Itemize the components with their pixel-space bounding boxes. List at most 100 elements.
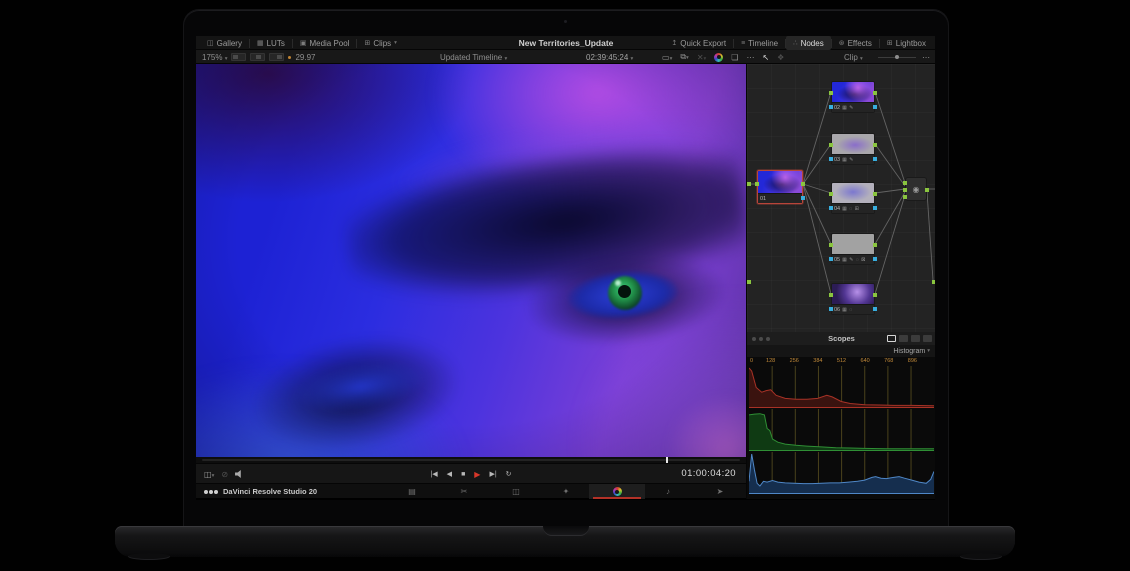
key-output-dot[interactable] (873, 257, 877, 261)
rgb-input-dot[interactable] (829, 192, 833, 196)
more-options-icon[interactable]: ⋯ (746, 53, 754, 62)
node-01[interactable]: 01 (757, 170, 803, 204)
scope-mode-dropdown[interactable]: Histogram▾ (747, 345, 935, 357)
lightbox-button[interactable]: ⊞Lightbox (880, 36, 933, 50)
gallery-button[interactable]: ◫Gallery (200, 36, 249, 50)
rgb-output-dot[interactable] (873, 293, 877, 297)
clip-mode-dropdown[interactable]: Clip ▾ (844, 53, 863, 62)
nodes-button[interactable]: ∴Nodes (786, 36, 831, 50)
media-pool-label: Media Pool (309, 39, 349, 48)
node-thumbnail (832, 234, 874, 254)
scope-layout-two-icon[interactable] (899, 335, 908, 342)
graph-output-dot[interactable] (932, 280, 935, 284)
page-color-button[interactable] (589, 484, 645, 499)
node-03[interactable]: 03▦ ✎ (831, 133, 875, 165)
clips-button[interactable]: ⊞Clips▾ (357, 36, 403, 50)
expand-viewer-icon[interactable]: ❏ (731, 53, 738, 62)
source-input-dot[interactable] (747, 280, 751, 284)
node-number: 02 (834, 103, 840, 113)
jump-to-start-button[interactable]: |◀ (430, 470, 437, 478)
rgb-output-dot[interactable] (873, 143, 877, 147)
key-output-dot[interactable] (801, 196, 805, 200)
audio-mute-icon[interactable] (235, 470, 243, 478)
page-media-button[interactable]: ▤ (399, 484, 425, 499)
rgb-input-dot[interactable] (903, 188, 907, 192)
key-input-dot[interactable] (829, 105, 833, 109)
page-cut-button[interactable]: ✂ (451, 484, 477, 499)
source-input-dot[interactable] (747, 182, 751, 186)
rgb-input-dot[interactable] (903, 181, 907, 185)
right-panel: 01 02▦ ✎ (746, 64, 935, 499)
page-fusion-button[interactable]: ✦ (553, 484, 579, 499)
key-output-dot[interactable] (873, 307, 877, 311)
source-timecode[interactable]: 02:39:45:24 ▾ (586, 53, 633, 62)
rgb-output-dot[interactable] (873, 91, 877, 95)
node-output[interactable]: ◉ (905, 177, 927, 201)
rgb-input-dot[interactable] (903, 195, 907, 199)
scopes-options-dots[interactable] (752, 337, 770, 341)
node-05[interactable]: 05▦ ✎ ◌ ⊠ (831, 233, 875, 265)
key-input-dot[interactable] (829, 206, 833, 210)
video-frame[interactable] (196, 64, 746, 457)
media-pool-button[interactable]: ▣Media Pool (293, 36, 357, 50)
chevron-down-icon: ▾ (394, 40, 397, 46)
jump-to-end-button[interactable]: ▶| (489, 470, 496, 478)
key-input-dot[interactable] (829, 157, 833, 161)
page-edit-button[interactable]: ◫ (503, 484, 529, 499)
luts-icon: ▦ (257, 39, 264, 47)
key-output-dot[interactable] (873, 206, 877, 210)
scope-layout-three-icon[interactable] (911, 335, 920, 342)
rgb-input-dot[interactable] (755, 182, 759, 186)
rgb-input-dot[interactable] (829, 293, 833, 297)
timeline-button[interactable]: ≡Timeline (734, 36, 785, 50)
play-button[interactable]: ▶ (474, 470, 480, 479)
page-deliver-button[interactable]: ➤ (707, 484, 733, 499)
rgb-input-dot[interactable] (829, 91, 833, 95)
pointer-tool-icon[interactable]: ↖ (762, 53, 769, 62)
scope-layout-four-icon[interactable] (923, 335, 932, 342)
lightbox-label: Lightbox (896, 39, 926, 48)
key-output-dot[interactable] (873, 105, 877, 109)
rgb-output-dot[interactable] (925, 188, 929, 192)
monitor-dropdown[interactable]: ▭▾ (662, 53, 672, 62)
panel-more-icon[interactable]: ⋯ (922, 53, 930, 62)
hand-tool-icon[interactable]: ❖ (777, 53, 784, 62)
key-input-dot[interactable] (829, 307, 833, 311)
tick-label: 0 (750, 358, 753, 364)
grab-still-dropdown[interactable]: ⧉▾ (680, 52, 688, 62)
color-wheel-icon[interactable] (714, 53, 723, 62)
viewer-mode-dropdown[interactable]: ◫▾ (204, 470, 214, 479)
timeline-selector[interactable]: Updated Timeline ▾ (440, 53, 507, 62)
compare-toggle-2[interactable] (250, 53, 265, 61)
rgb-input-dot[interactable] (829, 243, 833, 247)
transform-dropdown[interactable]: ✕▾ (697, 53, 706, 62)
compare-toggle-1[interactable] (231, 53, 246, 61)
rgb-output-dot[interactable] (873, 243, 877, 247)
rgb-input-dot[interactable] (829, 143, 833, 147)
quick-export-button[interactable]: ↥Quick Export (664, 36, 733, 50)
framerate-value: 29.97 (295, 53, 315, 62)
node-graph[interactable]: 01 02▦ ✎ (747, 64, 935, 332)
zoom-level-dropdown[interactable]: 175% ▾ (202, 53, 227, 62)
key-input-dot[interactable] (829, 257, 833, 261)
laptop-foot (960, 553, 1002, 560)
stop-button[interactable]: ■ (461, 471, 465, 478)
histogram-scope: 0 128 256 384 512 640 768 896 (747, 357, 935, 499)
key-output-dot[interactable] (873, 157, 877, 161)
luts-button[interactable]: ▦LUTs (250, 36, 292, 50)
bypass-grades-icon[interactable]: ⊘ (221, 470, 228, 479)
effects-button[interactable]: ⊛Effects (832, 36, 879, 50)
compare-toggle-3[interactable] (269, 53, 284, 61)
node-thumbnail (832, 183, 874, 203)
scope-layout-single-icon[interactable] (887, 335, 896, 342)
node-02[interactable]: 02▦ ✎ (831, 81, 875, 113)
loop-button[interactable]: ↻ (506, 470, 512, 478)
mix-slider[interactable] (878, 57, 916, 58)
step-back-button[interactable]: ◀ (447, 470, 452, 478)
node-thumbnail (832, 134, 874, 154)
rgb-output-dot[interactable] (873, 192, 877, 196)
node-04[interactable]: 04▦ ◌ ⊞ (831, 182, 875, 214)
rgb-output-dot[interactable] (801, 182, 805, 186)
page-fairlight-button[interactable]: ♪ (655, 484, 681, 499)
node-06[interactable]: 06▦ ◌ (831, 283, 875, 315)
